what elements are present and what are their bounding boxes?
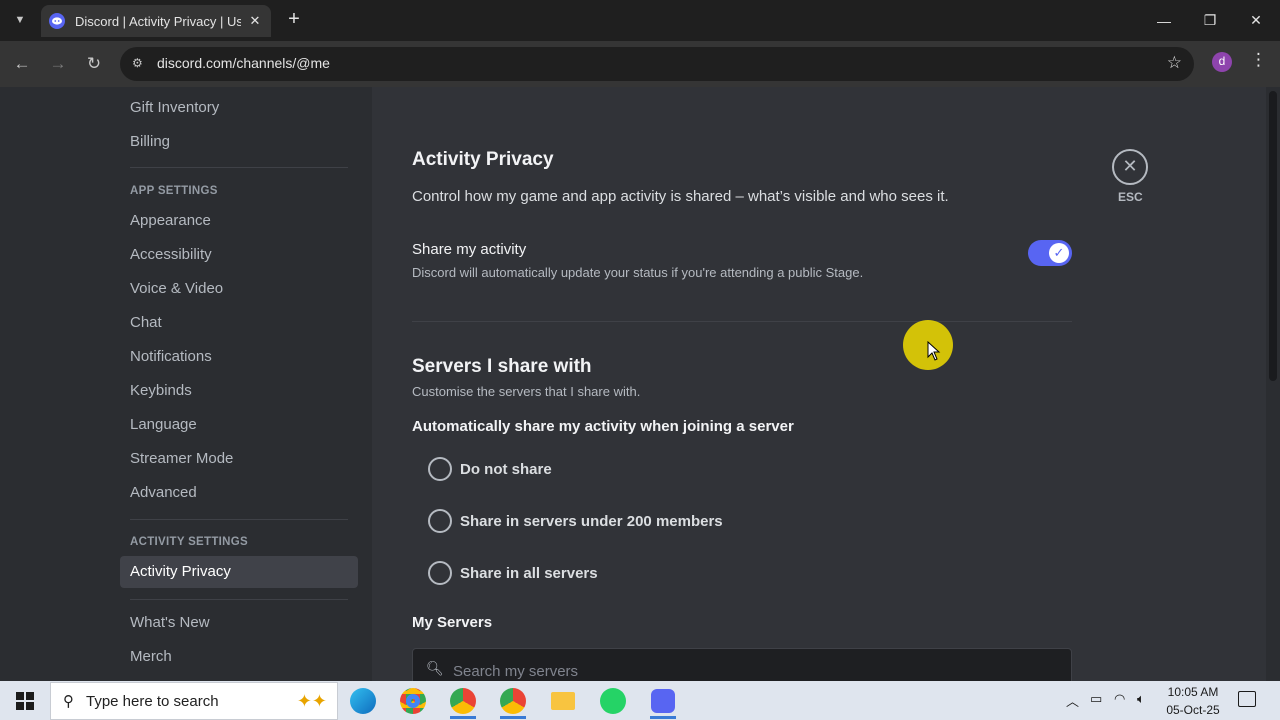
discord-favicon-icon: [49, 13, 65, 29]
chrome-app-icon[interactable]: [390, 682, 436, 720]
address-bar[interactable]: ⚙ discord.com/channels/@me ☆: [120, 47, 1194, 81]
new-tab-icon[interactable]: +: [282, 8, 306, 32]
server-search-input[interactable]: [453, 660, 1053, 681]
minimize-icon[interactable]: —: [1141, 0, 1187, 41]
battery-icon[interactable]: ▭: [1090, 691, 1102, 707]
taskbar-clock[interactable]: 10:05 AM 05-Oct-25: [1160, 683, 1226, 719]
scrollbar-thumb[interactable]: [1269, 91, 1277, 381]
restore-icon[interactable]: ❐: [1187, 0, 1233, 41]
clock-time: 10:05 AM: [1167, 685, 1219, 699]
radio-label: Share in servers under 200 members: [460, 512, 723, 530]
settings-sidebar: Gift Inventory Billing APP SETTINGS Appe…: [0, 87, 372, 681]
url-text: discord.com/channels/@me: [157, 55, 330, 71]
chrome-profile-n-app-icon[interactable]: [440, 682, 486, 720]
sidebar-item-accessibility[interactable]: Accessibility: [120, 239, 358, 271]
whatsapp-app-icon[interactable]: [590, 682, 636, 720]
browser-tab-discord[interactable]: Discord | Activity Privacy | User ✕: [41, 5, 271, 37]
activity-settings-header: ACTIVITY SETTINGS: [130, 536, 248, 548]
browser-menu-icon[interactable]: ⋮: [1250, 50, 1267, 70]
server-search-box[interactable]: 🔍︎: [412, 648, 1072, 681]
radio-option-do-not-share[interactable]: Do not share: [428, 456, 552, 482]
file-explorer-app-icon[interactable]: [540, 682, 586, 720]
search-icon: ⚲: [63, 693, 74, 710]
sidebar-item-merch[interactable]: Merch: [120, 641, 358, 673]
radio-label: Share in all servers: [460, 564, 598, 582]
section-divider: [412, 321, 1072, 322]
taskbar-search-box[interactable]: ⚲ Type here to search ✦✦: [50, 682, 338, 720]
browser-tab-bar: ▼ Discord | Activity Privacy | User ✕ + …: [0, 0, 1280, 41]
radio-button[interactable]: [428, 457, 452, 481]
radio-button[interactable]: [428, 509, 452, 533]
esc-label: ESC: [1118, 190, 1143, 204]
forward-icon[interactable]: →: [44, 50, 72, 78]
windows-taskbar: ⚲ Type here to search ✦✦ ︿ ▭ ◠ 🔈︎ 10:05 …: [0, 681, 1280, 720]
tab-close-icon[interactable]: ✕: [247, 13, 263, 29]
page-title: Activity Privacy: [412, 149, 554, 170]
sidebar-item-voice-video[interactable]: Voice & Video: [120, 273, 358, 305]
my-servers-label: My Servers: [412, 614, 493, 631]
content-scrollbar[interactable]: [1266, 87, 1280, 681]
sidebar-item-keybinds[interactable]: Keybinds: [120, 375, 358, 407]
sidebar-item-activity-privacy[interactable]: Activity Privacy: [120, 556, 358, 588]
radio-option-all-servers[interactable]: Share in all servers: [428, 560, 598, 586]
bookmark-star-icon[interactable]: ☆: [1167, 53, 1182, 73]
sidebar-item-streamer-mode[interactable]: Streamer Mode: [120, 443, 358, 475]
window-close-icon[interactable]: ✕: [1233, 0, 1279, 41]
sidebar-item-advanced[interactable]: Advanced: [120, 477, 358, 509]
taskbar-search-placeholder: Type here to search: [86, 692, 219, 710]
search-highlight-icon: ✦✦: [296, 690, 327, 711]
radio-label: Do not share: [460, 460, 552, 478]
sidebar-item-gift-inventory[interactable]: Gift Inventory: [120, 92, 358, 124]
wifi-icon[interactable]: ◠: [1114, 691, 1125, 707]
reload-icon[interactable]: ↻: [80, 50, 108, 78]
browser-toolbar: ← → ↻ ⚙ discord.com/channels/@me ☆: [0, 41, 1280, 87]
page-description: Control how my game and app activity is …: [412, 188, 949, 205]
notification-center-icon[interactable]: [1238, 691, 1256, 707]
profile-avatar[interactable]: d: [1212, 52, 1232, 72]
sidebar-item-chat[interactable]: Chat: [120, 307, 358, 339]
windows-start-icon[interactable]: [8, 688, 42, 714]
servers-section-note: Customise the servers that I share with.: [412, 384, 641, 399]
sidebar-item-notifications[interactable]: Notifications: [120, 341, 358, 373]
app-settings-header: APP SETTINGS: [130, 185, 218, 197]
search-icon: 🔍︎: [426, 660, 444, 676]
tray-overflow-icon[interactable]: ︿: [1066, 691, 1079, 710]
sidebar-divider: [130, 167, 348, 168]
sidebar-item-language[interactable]: Language: [120, 409, 358, 441]
chrome-profile-d-app-icon[interactable]: [490, 682, 536, 720]
sidebar-item-appearance[interactable]: Appearance: [120, 205, 358, 237]
checkmark-icon: ✓: [1049, 243, 1069, 263]
tab-search-dropdown-icon[interactable]: ▼: [8, 8, 32, 32]
volume-icon[interactable]: 🔈︎: [1137, 691, 1145, 707]
edge-app-icon[interactable]: [340, 682, 386, 720]
settings-content: Activity Privacy Control how my game and…: [372, 87, 1266, 681]
site-info-icon[interactable]: ⚙: [132, 56, 148, 72]
clock-date: 05-Oct-25: [1166, 703, 1220, 717]
discord-app-icon[interactable]: [640, 682, 686, 720]
share-activity-note: Discord will automatically update your s…: [412, 265, 864, 280]
servers-section-title: Servers I share with: [412, 356, 592, 377]
radio-option-under-200[interactable]: Share in servers under 200 members: [428, 508, 723, 534]
mouse-pointer-icon: [927, 341, 941, 361]
sidebar-divider: [130, 519, 348, 520]
radio-button[interactable]: [428, 561, 452, 585]
sidebar-item-whats-new[interactable]: What's New: [120, 607, 358, 639]
sidebar-divider: [130, 599, 348, 600]
back-icon[interactable]: ←: [8, 50, 36, 78]
sidebar-item-billing[interactable]: Billing: [120, 126, 358, 158]
share-activity-title: Share my activity: [412, 241, 527, 258]
tab-title: Discord | Activity Privacy | User: [75, 13, 241, 29]
auto-share-label: Automatically share my activity when joi…: [412, 418, 794, 435]
share-activity-toggle[interactable]: ✓: [1028, 240, 1072, 266]
close-settings-icon[interactable]: ✕: [1112, 149, 1148, 185]
